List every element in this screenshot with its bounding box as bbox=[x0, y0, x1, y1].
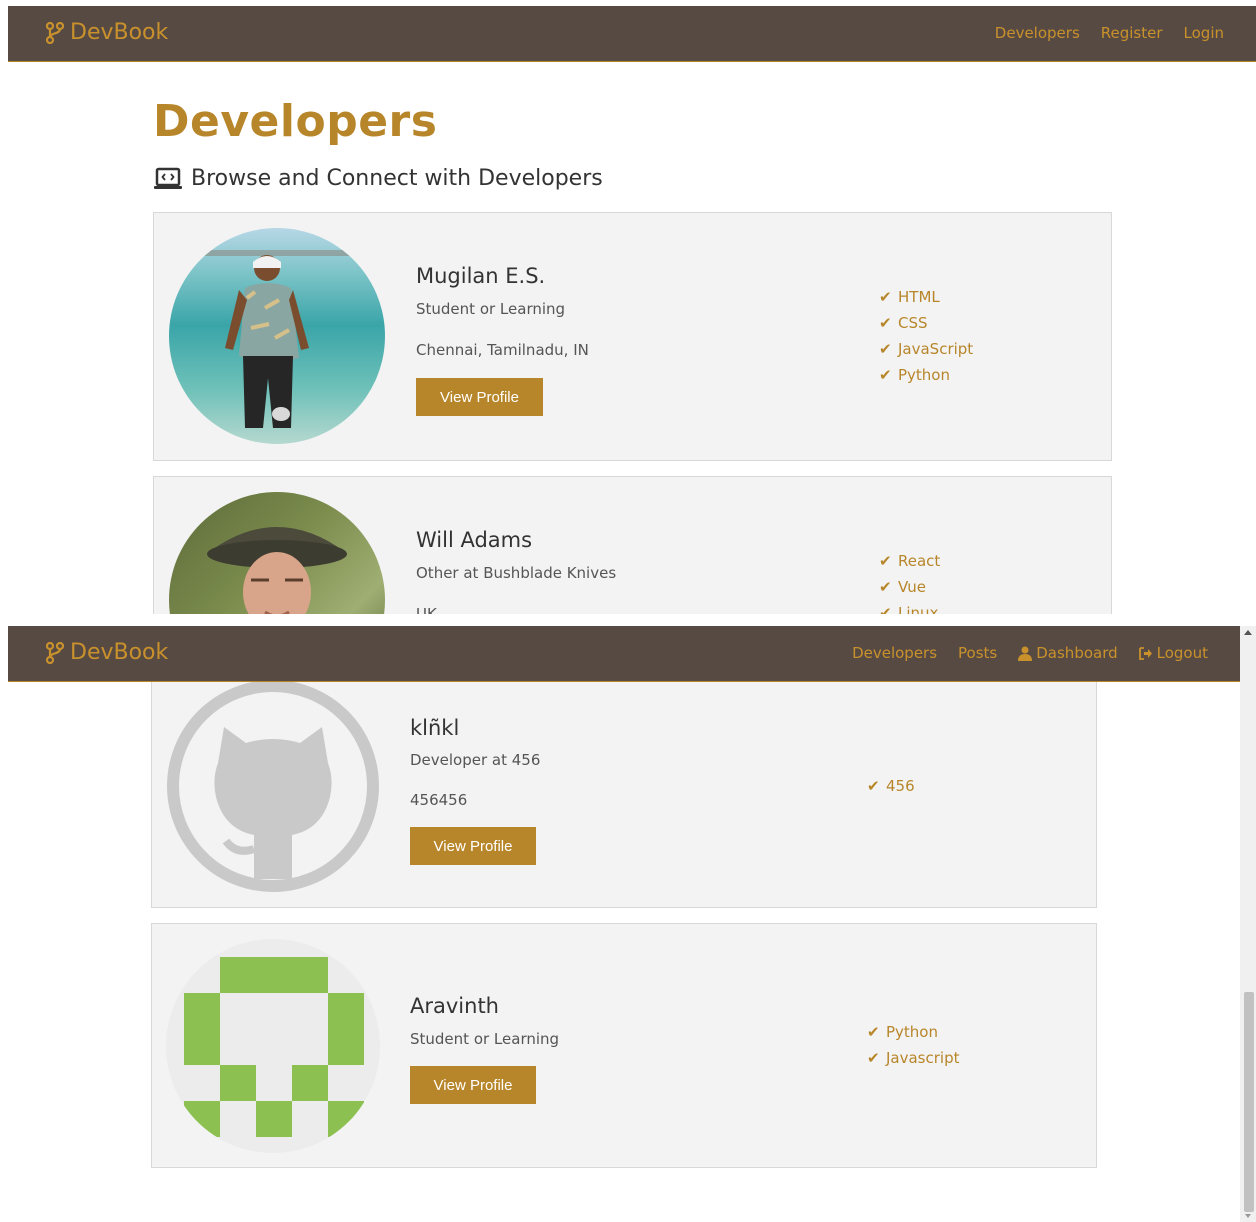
skills-list: ✔ 456 bbox=[867, 773, 915, 799]
skill-label: React bbox=[898, 552, 941, 570]
person-photo bbox=[199, 250, 359, 428]
page-title: Developers bbox=[153, 96, 438, 147]
profile-card: Mugilan E.S. Student or Learning Chennai… bbox=[153, 212, 1112, 461]
skills-list: ✔ HTML ✔ CSS ✔ JavaScript ✔ Python bbox=[879, 284, 973, 388]
code-branch-icon bbox=[46, 21, 64, 44]
skill-item: ✔ CSS bbox=[879, 310, 973, 336]
nav-developers[interactable]: Developers bbox=[852, 644, 937, 662]
skill-label: Linux bbox=[898, 604, 939, 614]
brand-logo[interactable]: DevBook bbox=[46, 640, 168, 665]
nav-dashboard-label: Dashboard bbox=[1036, 644, 1118, 662]
check-icon: ✔ bbox=[879, 340, 892, 358]
code-branch-icon bbox=[46, 641, 64, 664]
skill-label: CSS bbox=[898, 314, 928, 332]
lead-text: Browse and Connect with Developers bbox=[153, 166, 603, 191]
lead-label: Browse and Connect with Developers bbox=[191, 166, 603, 191]
nav-links: Developers Posts Dashboard Logout bbox=[852, 644, 1208, 662]
view-profile-button[interactable]: View Profile bbox=[410, 1066, 536, 1104]
brand-text: DevBook bbox=[70, 20, 169, 45]
bottom-screenshot: klñkl Developer at 456 456456 View Profi… bbox=[8, 626, 1256, 1222]
profile-card: klñkl Developer at 456 456456 View Profi… bbox=[151, 648, 1097, 908]
profile-location: Chennai, Tamilnadu, IN bbox=[416, 341, 589, 359]
nav-register[interactable]: Register bbox=[1101, 24, 1163, 42]
top-screenshot: DevBook Developers Register Login Develo… bbox=[8, 6, 1256, 614]
skill-label: Javascript bbox=[886, 1049, 960, 1067]
nav-developers[interactable]: Developers bbox=[995, 24, 1080, 42]
nav-logout-label: Logout bbox=[1156, 644, 1208, 662]
nav-dashboard[interactable]: Dashboard bbox=[1018, 644, 1118, 662]
user-icon bbox=[1018, 646, 1033, 661]
avatar bbox=[169, 228, 385, 444]
check-icon: ✔ bbox=[879, 314, 892, 332]
profile-status: Other at Bushblade Knives bbox=[416, 564, 617, 582]
profile-status: Student or Learning bbox=[410, 1030, 560, 1048]
nav-login[interactable]: Login bbox=[1184, 24, 1224, 42]
skills-list: ✔ Python ✔ Javascript bbox=[867, 1019, 959, 1071]
scroll-up-icon[interactable] bbox=[1244, 630, 1252, 635]
profile-name: Mugilan E.S. bbox=[416, 264, 546, 288]
view-profile-button[interactable]: View Profile bbox=[416, 378, 543, 416]
profile-name: Aravinth bbox=[410, 994, 499, 1018]
skill-label: Python bbox=[898, 366, 950, 384]
person-photo bbox=[207, 527, 347, 614]
avatar bbox=[166, 939, 380, 1153]
skill-item: ✔ JavaScript bbox=[879, 336, 973, 362]
profile-location: 456456 bbox=[410, 791, 468, 809]
skill-item: ✔ Javascript bbox=[867, 1045, 959, 1071]
navbar: DevBook Developers Register Login bbox=[8, 6, 1256, 62]
skill-item: ✔ Linux bbox=[879, 600, 940, 614]
brand-text: DevBook bbox=[70, 640, 169, 665]
skill-item: ✔ Python bbox=[867, 1019, 959, 1045]
profile-name: Will Adams bbox=[416, 528, 533, 552]
skill-label: 456 bbox=[886, 777, 915, 795]
scrollbar-thumb[interactable] bbox=[1244, 992, 1254, 1212]
laptop-code-icon bbox=[154, 167, 182, 189]
skill-label: HTML bbox=[898, 288, 940, 306]
skill-label: Vue bbox=[898, 578, 926, 596]
sign-out-icon bbox=[1138, 646, 1152, 660]
github-octocat-icon bbox=[167, 680, 379, 892]
avatar bbox=[166, 679, 380, 893]
brand-logo[interactable]: DevBook bbox=[46, 20, 168, 45]
check-icon: ✔ bbox=[867, 1049, 880, 1067]
skill-item: ✔ Vue bbox=[879, 574, 940, 600]
nav-logout[interactable]: Logout bbox=[1138, 644, 1208, 662]
profile-card: Aravinth Student or Learning View Profil… bbox=[151, 923, 1097, 1168]
profile-location: UK bbox=[416, 605, 437, 614]
skill-item: ✔ Python bbox=[879, 362, 973, 388]
scroll-down-icon[interactable] bbox=[1245, 1214, 1251, 1218]
nav-posts[interactable]: Posts bbox=[958, 644, 997, 662]
skill-label: JavaScript bbox=[898, 340, 974, 358]
skill-item: ✔ 456 bbox=[867, 773, 915, 799]
check-icon: ✔ bbox=[867, 1023, 880, 1041]
avatar bbox=[169, 492, 385, 614]
check-icon: ✔ bbox=[879, 552, 892, 570]
nav-links: Developers Register Login bbox=[995, 24, 1224, 42]
skill-label: Python bbox=[886, 1023, 938, 1041]
view-profile-button[interactable]: View Profile bbox=[410, 827, 536, 865]
profile-status: Developer at 456 bbox=[410, 751, 541, 769]
skill-item: ✔ HTML bbox=[879, 284, 973, 310]
skill-item: ✔ React bbox=[879, 548, 940, 574]
check-icon: ✔ bbox=[879, 288, 892, 306]
profile-name: klñkl bbox=[410, 716, 460, 740]
vertical-scrollbar[interactable] bbox=[1240, 626, 1256, 1222]
profile-card: Will Adams Other at Bushblade Knives UK … bbox=[153, 476, 1112, 614]
check-icon: ✔ bbox=[867, 777, 880, 795]
check-icon: ✔ bbox=[879, 366, 892, 384]
check-icon: ✔ bbox=[879, 578, 892, 596]
profile-status: Student or Learning bbox=[416, 300, 566, 318]
identicon-image bbox=[184, 957, 364, 1137]
skills-list: ✔ React ✔ Vue ✔ Linux bbox=[879, 548, 940, 614]
navbar: DevBook Developers Posts Dashboard Logou… bbox=[8, 626, 1240, 682]
check-icon: ✔ bbox=[879, 604, 892, 614]
